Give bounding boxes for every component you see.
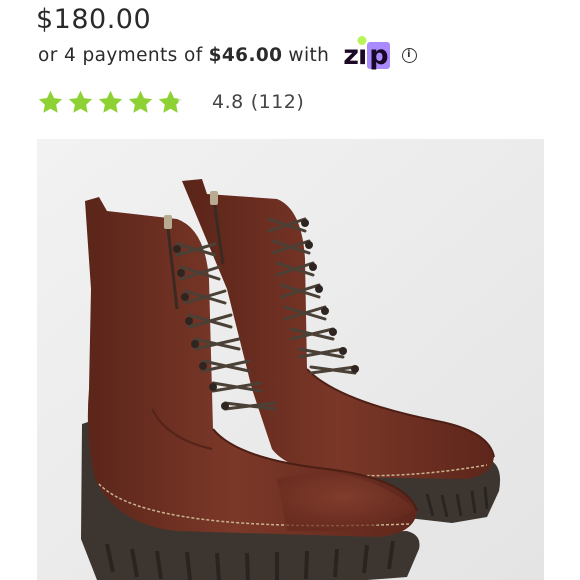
rating-score: 4.8: [212, 91, 244, 113]
star-icon: [38, 90, 63, 113]
star-icon: [68, 90, 93, 113]
info-icon[interactable]: i: [401, 47, 417, 63]
installment-amount: $46.00: [208, 44, 283, 66]
product-image[interactable]: [37, 139, 544, 580]
star-icon: [98, 90, 123, 113]
product-price: $180.00: [36, 4, 152, 35]
installment-info: or 4 payments of $46.00 with zıp i: [38, 35, 417, 69]
boot-image: [37, 139, 544, 580]
installment-prefix: or 4 payments of: [38, 44, 203, 66]
zip-logo[interactable]: zıp: [343, 35, 390, 69]
rating-summary[interactable]: 4.8 (112): [212, 91, 304, 113]
product-rating[interactable]: 4.8 (112): [37, 86, 304, 118]
installment-suffix: with: [288, 44, 330, 66]
review-count: (112): [250, 91, 305, 113]
star-icon: [128, 90, 153, 113]
star-rating: [37, 89, 184, 116]
star-icon-partial: [158, 90, 183, 113]
